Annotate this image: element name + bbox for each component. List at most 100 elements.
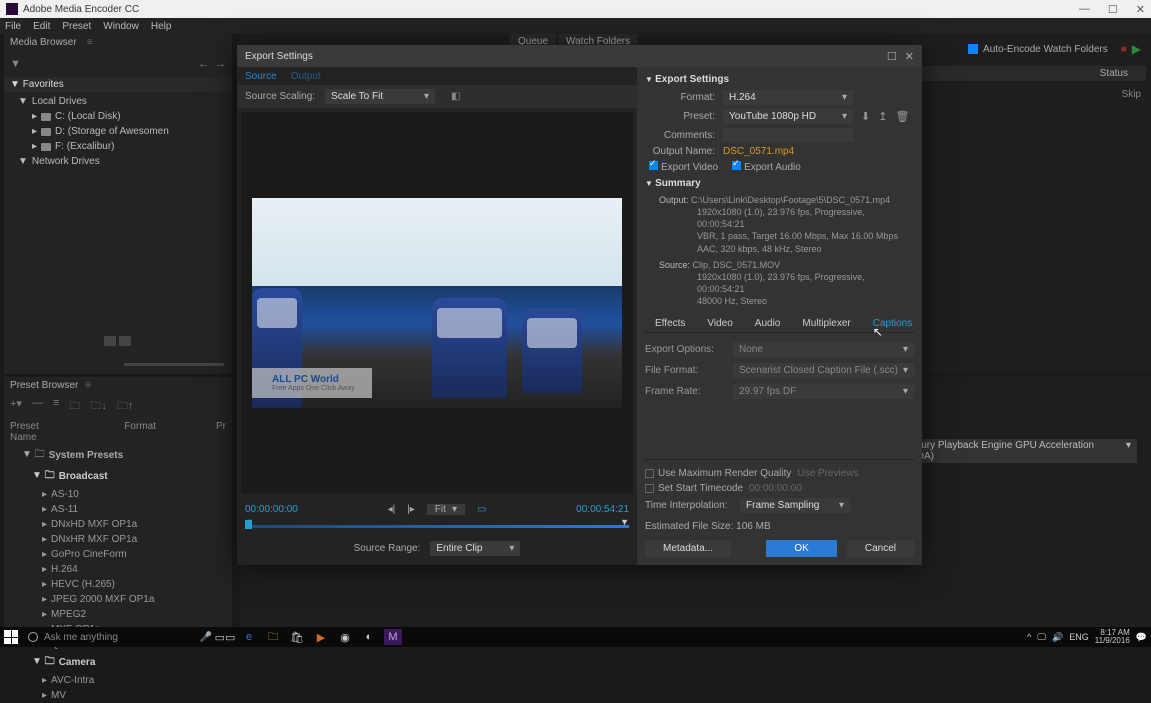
menu-window[interactable]: Window — [103, 21, 139, 32]
save-preset-icon[interactable]: ⬇ — [861, 110, 870, 123]
local-drives-node[interactable]: ▼ Local Drives — [4, 94, 232, 109]
crop-icon[interactable]: ◧ — [451, 91, 460, 102]
export-preset-icon[interactable]: 🗀↑ — [117, 397, 134, 416]
col-pr[interactable]: Pr — [216, 421, 226, 443]
edge-icon[interactable]: e — [240, 629, 258, 645]
col-preset-name[interactable]: Preset Name — [10, 421, 64, 443]
zoom-slider[interactable] — [124, 363, 224, 366]
view-list-icon[interactable] — [104, 336, 116, 346]
remove-preset-icon[interactable]: — — [32, 397, 43, 416]
source-tab[interactable]: Source — [245, 71, 277, 85]
step-back-icon[interactable]: ◂| — [388, 504, 396, 515]
nav-forward-icon[interactable]: → — [215, 58, 226, 70]
drive-c[interactable]: ▸ C: (Local Disk) — [4, 109, 232, 124]
preset-jpeg2000[interactable]: ▸ JPEG 2000 MXF OP1a — [4, 592, 232, 607]
tab-video[interactable]: Video — [697, 315, 742, 332]
set-start-tc-checkbox[interactable] — [645, 484, 654, 493]
drive-f[interactable]: ▸ F: (Excalibur) — [4, 139, 232, 154]
tray-clock[interactable]: 8:17 AM 11/9/2016 — [1095, 629, 1130, 645]
store-icon[interactable]: 🛍 — [288, 629, 306, 645]
view-thumb-icon[interactable] — [119, 336, 131, 346]
dialog-close-icon[interactable]: ✕ — [905, 50, 914, 63]
renderer-dropdown[interactable]: Mercury Playback Engine GPU Acceleration… — [893, 439, 1137, 463]
timecode-out[interactable]: 00:00:54:21 — [576, 504, 629, 515]
metadata-button[interactable]: Metadata... — [645, 540, 731, 557]
network-drives-node[interactable]: ▼ Network Drives — [4, 154, 232, 169]
window-maximize[interactable]: ☐ — [1108, 3, 1118, 16]
import-preset-icon[interactable]: ↥ — [878, 110, 887, 123]
time-interp-dropdown[interactable]: Frame Sampling▾ — [740, 498, 850, 513]
mic-icon[interactable]: 🎤 — [200, 632, 212, 643]
window-close[interactable]: ✕ — [1136, 3, 1145, 16]
add-preset-icon[interactable]: +▾ — [10, 397, 22, 416]
fit-dropdown[interactable]: Fit▾ — [427, 504, 465, 515]
preset-dnxhd[interactable]: ▸ DNxHD MXF OP1a — [4, 517, 232, 532]
menu-help[interactable]: Help — [151, 21, 172, 32]
dialog-titlebar[interactable]: Export Settings ☐ ✕ — [237, 45, 922, 67]
preview-area[interactable]: ALL PC World Free Apps One Click Away — [241, 112, 633, 493]
timecode-in[interactable]: 00:00:00:00 — [245, 504, 298, 515]
out-point-handle[interactable]: ▼ — [620, 517, 629, 527]
tab-captions[interactable]: Captions ↖ — [863, 315, 922, 332]
aspect-icon[interactable]: ▭ — [477, 504, 486, 515]
start-queue-icon[interactable]: ▶ — [1132, 42, 1141, 56]
chrome-icon[interactable]: ◉ — [336, 629, 354, 645]
tab-multiplexer[interactable]: Multiplexer — [792, 315, 860, 332]
task-view-icon[interactable]: ▭▭ — [216, 629, 234, 645]
preset-as10[interactable]: ▸ AS-10 — [4, 487, 232, 502]
preset-browser-tab[interactable]: Preset Browser — [10, 380, 78, 391]
menu-preset[interactable]: Preset — [62, 21, 91, 32]
tray-lang[interactable]: ENG — [1069, 632, 1089, 642]
explorer-icon[interactable]: 🗀 — [264, 629, 282, 645]
preset-as11[interactable]: ▸ AS-11 — [4, 502, 232, 517]
action-center-icon[interactable]: 💬 — [1136, 632, 1147, 643]
preset-mpeg2[interactable]: ▸ MPEG2 — [4, 607, 232, 622]
tray-up-icon[interactable]: ^ — [1027, 632, 1031, 642]
source-scaling-dropdown[interactable]: Scale To Fit▾ — [325, 89, 435, 104]
stop-icon[interactable]: ■ — [1121, 44, 1127, 55]
panel-menu-icon[interactable]: ≡ — [85, 380, 91, 391]
app-icon-1[interactable]: ◐ — [360, 629, 378, 645]
movies-icon[interactable]: ▶ — [312, 629, 330, 645]
preset-gopro[interactable]: ▸ GoPro CineForm — [4, 547, 232, 562]
tray-volume-icon[interactable]: 🔊 — [1052, 632, 1063, 643]
system-presets-node[interactable]: ▼ 🗀 System Presets — [4, 445, 232, 466]
tab-effects[interactable]: Effects — [645, 315, 695, 332]
use-max-quality-checkbox[interactable] — [645, 469, 654, 478]
broadcast-folder[interactable]: ▼ 🗀 Broadcast — [4, 466, 232, 487]
preset-dropdown[interactable]: YouTube 1080p HD▾ — [723, 109, 853, 124]
nav-back-icon[interactable]: ← — [198, 58, 209, 70]
menu-file[interactable]: File — [5, 21, 21, 32]
taskbar-search[interactable]: Ask me anything 🎤 — [22, 629, 212, 645]
output-tab[interactable]: Output — [291, 71, 321, 85]
export-options-dropdown[interactable]: None▾ — [733, 342, 914, 357]
comments-input[interactable] — [723, 128, 853, 142]
start-button[interactable] — [4, 630, 18, 644]
frame-rate-dropdown[interactable]: 29.97 fps DF▾ — [733, 384, 914, 399]
timeline-scrubber[interactable]: ▼ ▼ — [245, 522, 629, 532]
media-encoder-taskbar-icon[interactable]: M — [384, 629, 402, 645]
menu-edit[interactable]: Edit — [33, 21, 50, 32]
output-name-link[interactable]: DSC_0571.mp4 — [723, 146, 794, 157]
source-range-dropdown[interactable]: Entire Clip▾ — [430, 541, 520, 556]
tray-monitor-icon[interactable]: 🖵 — [1037, 632, 1046, 643]
preset-h264[interactable]: ▸ H.264 — [4, 562, 232, 577]
export-settings-header[interactable]: Export Settings — [645, 71, 914, 88]
preset-settings-icon[interactable]: ≡ — [53, 397, 59, 416]
import-preset-icon[interactable]: 🗀↓ — [90, 397, 107, 416]
new-folder-icon[interactable]: 🗀 — [69, 397, 80, 416]
media-browser-tab[interactable]: Media Browser — [10, 37, 77, 48]
summary-header[interactable]: Summary — [645, 175, 914, 192]
playhead[interactable] — [245, 520, 252, 529]
dialog-maximize-icon[interactable]: ☐ — [887, 50, 897, 63]
preset-hevc[interactable]: ▸ HEVC (H.265) — [4, 577, 232, 592]
col-format[interactable]: Format — [124, 421, 156, 443]
tab-audio[interactable]: Audio — [745, 315, 791, 332]
file-format-dropdown[interactable]: Scenarist Closed Caption File (.scc)▾ — [733, 363, 914, 378]
export-audio-checkbox[interactable] — [732, 161, 741, 170]
format-dropdown[interactable]: H.264▾ — [723, 90, 853, 105]
step-fwd-icon[interactable]: |▸ — [407, 504, 415, 515]
auto-encode-checkbox[interactable] — [968, 44, 978, 54]
drive-d[interactable]: ▸ D: (Storage of Awesomen — [4, 124, 232, 139]
camera-folder[interactable]: ▼ 🗀 Camera — [4, 652, 232, 673]
